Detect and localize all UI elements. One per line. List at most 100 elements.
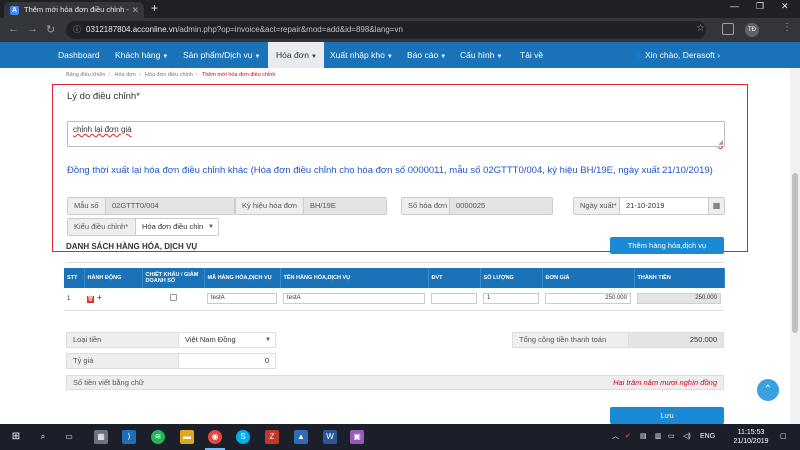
unit-price-input[interactable]: 250.000	[545, 293, 631, 305]
save-button[interactable]: Lưu	[610, 407, 724, 424]
items-section-title: DANH SÁCH HÀNG HÓA, DỊCH VỤ	[66, 242, 198, 251]
scrollbar-thumb[interactable]	[792, 173, 798, 333]
plus-icon[interactable]: +	[96, 294, 103, 302]
resize-handle-icon[interactable]: ◢	[718, 139, 723, 146]
input-language[interactable]: ENG	[700, 424, 715, 450]
extension-icon[interactable]	[722, 23, 734, 35]
currency-select[interactable]: Việt Nam Đồng	[179, 333, 275, 347]
mau-so-group: Mẫu số 02GTTT0/004	[67, 197, 235, 215]
task-view-icon[interactable]: ▭	[62, 430, 76, 444]
address-bar[interactable]: ⓘ 0312187804.acconline.vn/admin.php?op=i…	[66, 21, 706, 39]
maximize-icon[interactable]: ❐	[756, 1, 764, 12]
tong-cong-label: Tổng cộng tiền thanh toán	[513, 333, 629, 347]
calculator-icon[interactable]: ▦	[94, 430, 108, 444]
kieu-dieu-chinh-select[interactable]: Hóa đơn điều chỉn	[136, 219, 218, 235]
close-tab-icon[interactable]: ✕	[131, 2, 139, 18]
nav-dashboard[interactable]: Dashboard	[50, 42, 108, 68]
nav-bao-cao[interactable]: Báo cáo ▼	[399, 42, 454, 68]
info-icon[interactable]: ⓘ	[73, 21, 81, 39]
app-icon[interactable]: ▣	[350, 430, 364, 444]
row-discount	[142, 288, 204, 311]
skype-icon[interactable]: S	[236, 430, 250, 444]
col-ma-hang: MÃ HÀNG HÓA,DỊCH VỤ	[204, 268, 281, 288]
breadcrumb-item[interactable]: Bảng điều khiển	[66, 72, 105, 78]
nav-cau-hinh[interactable]: Cấu hình ▼	[452, 42, 510, 68]
row-don-gia: 250.000	[542, 288, 634, 311]
reason-textarea[interactable]: chỉnh lại đơn giá ◢	[67, 121, 725, 147]
breadcrumb-item[interactable]: Hóa đơn điều chỉnh	[145, 72, 193, 78]
col-chiet-khau: CHIẾT KHẤU / GIẢM DOANH SỐ	[142, 268, 205, 288]
system-clock[interactable]: 11:15:53 21/10/2019	[730, 428, 772, 446]
forward-icon[interactable]: →	[27, 23, 38, 35]
so-hoa-don-label: Số hóa đơn	[402, 198, 450, 214]
browser-tab[interactable]: A Thêm mới hóa đơn điều chỉnh - ✕	[4, 2, 144, 18]
add-item-button[interactable]: Thêm hàng hóa,dịch vụ	[610, 237, 724, 254]
row-ten: testA	[280, 288, 428, 311]
new-tab-button[interactable]: +	[151, 1, 158, 15]
ky-hieu-label: Ký hiệu hóa đơn	[236, 198, 304, 214]
chevron-down-icon: ▼	[208, 224, 214, 230]
clock-date: 21/10/2019	[733, 438, 769, 445]
profile-avatar[interactable]: TĐ	[745, 23, 759, 37]
item-code-input[interactable]: testA	[207, 293, 277, 305]
calendar-icon[interactable]: ▦	[708, 198, 724, 214]
nav-tai-ve[interactable]: Tải về	[512, 42, 551, 68]
notifications-icon[interactable]: ▢	[780, 424, 787, 450]
tray-chevron-icon[interactable]: ︿	[612, 424, 619, 450]
breadcrumb: Bảng điều khiển / Hóa đơn / Hóa đơn điều c…	[66, 72, 276, 78]
antivirus-tray-icon[interactable]: ✔	[625, 424, 631, 450]
exchange-rate-input[interactable]: 0	[179, 354, 275, 368]
page-scrollbar[interactable]	[790, 68, 800, 424]
volume-icon[interactable]: ◁)	[683, 424, 691, 450]
breadcrumb-item[interactable]: Hóa đơn	[115, 72, 136, 78]
window-close-icon[interactable]: ✕	[781, 1, 789, 12]
quantity-input[interactable]: 1	[483, 293, 539, 305]
spotify-icon[interactable]: ≋	[151, 430, 165, 444]
search-icon[interactable]: ⌕	[36, 430, 50, 444]
chrome-icon[interactable]: ◉	[208, 430, 222, 444]
row-dvt	[428, 288, 480, 311]
nav-san-pham[interactable]: Sản phẩm/Dịch vụ ▼	[175, 42, 268, 68]
ky-hieu-group: Ký hiệu hóa đơn BH/19E	[235, 197, 387, 215]
browser-menu-icon[interactable]: ⋮	[782, 22, 792, 33]
caret-down-icon: ▼	[440, 54, 447, 60]
amount-in-words-value: Hai trăm năm mươi nghìn đồng	[613, 378, 717, 387]
word-icon[interactable]: W	[323, 430, 337, 444]
user-menu[interactable]: 👤 Xin chào, Derasoft ›	[632, 42, 720, 68]
nav-hoa-don[interactable]: Hóa đơn ▼	[268, 42, 324, 68]
col-ten-hang: TÊN HÀNG HÓA,DỊCH VỤ	[280, 268, 429, 288]
nav-label: Tải về	[520, 50, 544, 60]
row-stt: 1	[64, 288, 84, 311]
bookmark-star-icon[interactable]: ☆	[696, 23, 705, 34]
mau-so-label: Mẫu số	[68, 198, 106, 214]
filezilla-icon[interactable]: Z	[265, 430, 279, 444]
minimize-icon[interactable]: —	[730, 1, 739, 11]
nav-label: Khách hàng	[115, 50, 161, 60]
reload-icon[interactable]: ↻	[46, 23, 55, 36]
nav-xuat-nhap-kho[interactable]: Xuất nhập kho ▼	[322, 42, 401, 68]
delete-icon[interactable]: 🗑	[87, 296, 94, 304]
scroll-top-button[interactable]: ⌃	[757, 379, 779, 401]
nav-khach-hang[interactable]: Khách hàng ▼	[107, 42, 176, 68]
kieu-dieu-chinh-label: Kiểu điều chỉnh*	[68, 219, 136, 235]
so-hoa-don-field: 0000025	[450, 198, 552, 214]
nav-label: Sản phẩm/Dịch vụ	[183, 50, 253, 60]
unit-input[interactable]	[431, 293, 477, 305]
tray-icon[interactable]: ▤	[640, 424, 647, 450]
back-icon[interactable]: ←	[8, 23, 19, 35]
amount-in-words-label: Số tiền viết bằng chữ	[73, 378, 144, 387]
network-icon[interactable]: ▭	[668, 424, 675, 450]
user-icon: 👤	[632, 50, 643, 60]
windows-taskbar: ⊞ ⌕ ▭ ▦ ⟩ ≋ ▬ ◉ S Z ▲ W ▣ ︿ ✔ ▤ ▥ ▭ ◁) E…	[0, 424, 800, 450]
chevron-up-icon: ⌃	[763, 384, 773, 395]
item-name-input[interactable]: testA	[283, 293, 425, 305]
favicon-icon: A	[10, 6, 19, 15]
windows-start-icon[interactable]: ⊞	[9, 430, 23, 444]
page-content: Bảng điều khiển / Hóa đơn / Hóa đơn điều c…	[0, 68, 790, 424]
photos-icon[interactable]: ▲	[294, 430, 308, 444]
tray-icon[interactable]: ▥	[655, 424, 662, 450]
ngay-xuat-input[interactable]: 21-10-2019	[620, 198, 708, 214]
discount-checkbox[interactable]	[169, 294, 177, 302]
vscode-icon[interactable]: ⟩	[122, 430, 136, 444]
file-explorer-icon[interactable]: ▬	[180, 430, 194, 444]
